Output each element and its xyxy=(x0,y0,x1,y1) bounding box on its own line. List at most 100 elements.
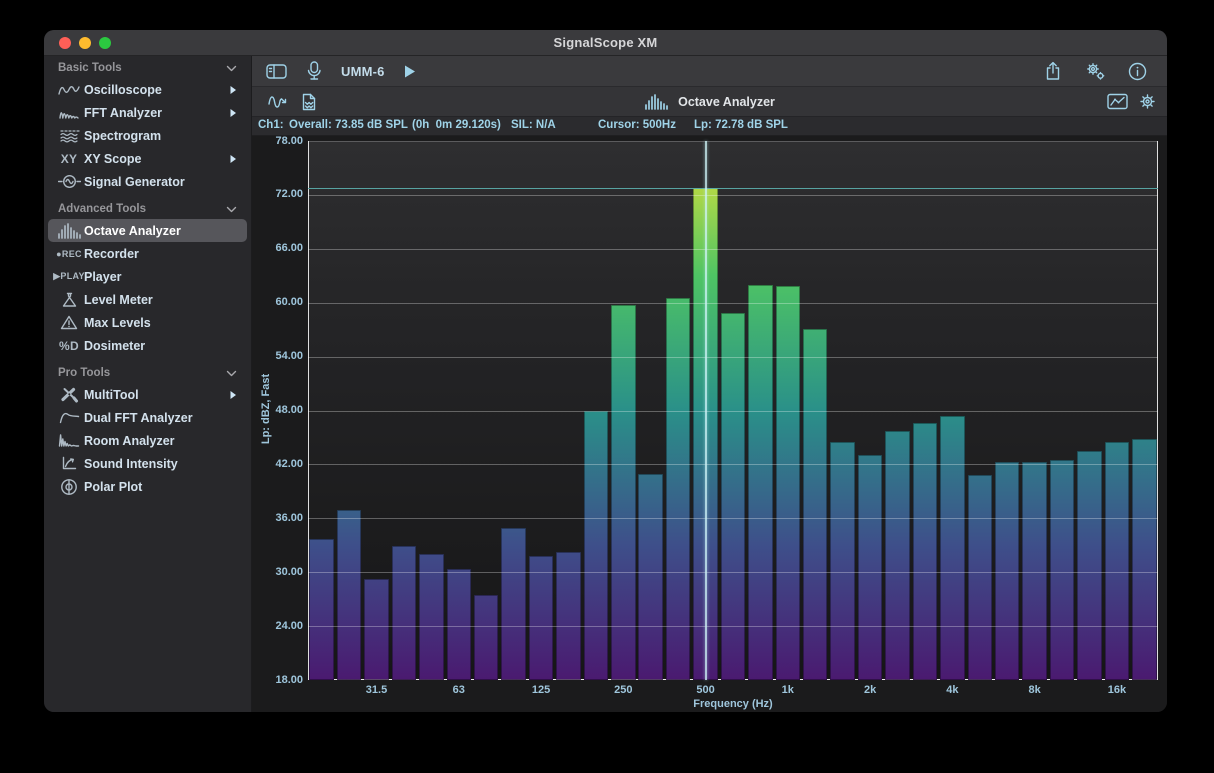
microphone-icon[interactable] xyxy=(305,61,323,81)
sidebar-item-label: Signal Generator xyxy=(84,175,185,189)
bar-2k xyxy=(858,455,883,681)
zoom-button[interactable] xyxy=(99,37,111,49)
file-waveform-icon[interactable] xyxy=(301,93,317,111)
bar-2.5k xyxy=(885,431,910,680)
sidebar-item-octave-analyzer[interactable]: Octave Analyzer xyxy=(48,219,247,242)
bar-20k xyxy=(1132,439,1157,680)
status-cursor-frequency: Cursor: 500Hz xyxy=(598,119,676,131)
gridline xyxy=(308,303,1158,304)
submenu-arrow-icon[interactable] xyxy=(229,390,237,400)
sidebar-item-oscilloscope[interactable]: Oscilloscope xyxy=(48,78,247,101)
x-axis-title: Frequency (Hz) xyxy=(308,698,1158,710)
sidebar-item-room-analyzer[interactable]: Room Analyzer xyxy=(48,429,247,452)
gridline xyxy=(308,195,1158,196)
x-axis-tick-label: 500 xyxy=(676,684,736,696)
sidebar-item-label: Polar Plot xyxy=(84,480,142,494)
submenu-arrow-icon[interactable] xyxy=(229,108,237,118)
sidebar-item-spectrogram[interactable]: Spectrogram xyxy=(48,124,247,147)
share-icon[interactable] xyxy=(1044,61,1062,81)
bar-3.15k xyxy=(913,423,938,680)
bar-8k xyxy=(1022,462,1047,680)
sidebar-item-label: Dual FFT Analyzer xyxy=(84,411,193,425)
sidebar-item-label: Level Meter xyxy=(84,293,153,307)
sidebar-item-signal-generator[interactable]: Signal Generator xyxy=(48,170,247,193)
traffic-lights xyxy=(59,30,111,56)
bar-25 xyxy=(337,510,362,680)
sidebar-item-polar-plot[interactable]: Polar Plot xyxy=(48,475,247,498)
bar-400 xyxy=(666,298,691,680)
play-icon[interactable] xyxy=(403,64,417,79)
x-axis-tick-label: 1k xyxy=(758,684,818,696)
octave-analyzer-chart[interactable]: 78.0072.0066.0060.0054.0048.0042.0036.00… xyxy=(252,136,1167,712)
status-elapsed-time: (0h 0m 29.120s) xyxy=(412,119,501,131)
xy-icon: XY xyxy=(54,152,84,166)
sidebar-item-dual-fft-analyzer[interactable]: Dual FFT Analyzer xyxy=(48,406,247,429)
rec-text-icon: ●REC xyxy=(54,249,84,259)
status-sil: SIL: N/A xyxy=(511,119,556,131)
x-axis-tick-label: 8k xyxy=(1005,684,1065,696)
bar-40 xyxy=(392,546,417,680)
x-axis-tick-label: 250 xyxy=(593,684,653,696)
chevron-down-icon[interactable] xyxy=(226,206,237,213)
bar-125 xyxy=(529,556,554,680)
sidebar-item-max-levels[interactable]: Max Levels xyxy=(48,311,247,334)
input-device-name[interactable]: UMM-6 xyxy=(341,64,385,79)
sidebar-item-recorder[interactable]: ●RECRecorder xyxy=(48,242,247,265)
minimize-button[interactable] xyxy=(79,37,91,49)
gear-icon[interactable] xyxy=(1138,92,1157,111)
bar-1.6k xyxy=(830,442,855,680)
x-axis-tick-label: 125 xyxy=(511,684,571,696)
submenu-arrow-icon[interactable] xyxy=(229,85,237,95)
fft-wave-icon xyxy=(54,106,84,120)
status-channel: Ch1: xyxy=(258,119,284,131)
bar-5k xyxy=(968,475,993,680)
y-axis-tick-label: 42.00 xyxy=(257,458,303,470)
submenu-arrow-icon[interactable] xyxy=(229,154,237,164)
y-axis-tick-label: 18.00 xyxy=(257,674,303,686)
bar-12.5k xyxy=(1077,451,1102,680)
section-header-advanced-tools[interactable]: Advanced Tools xyxy=(44,199,251,219)
sidebar-item-xy-scope[interactable]: XYXY Scope xyxy=(48,147,247,170)
sidebar-item-dosimeter[interactable]: %DDosimeter xyxy=(48,334,247,357)
bar-800 xyxy=(748,285,773,680)
close-button[interactable] xyxy=(59,37,71,49)
section-label: Advanced Tools xyxy=(58,203,146,215)
chevron-down-icon[interactable] xyxy=(226,370,237,377)
section-header-pro-tools[interactable]: Pro Tools xyxy=(44,363,251,383)
sidebar-item-level-meter[interactable]: Level Meter xyxy=(48,288,247,311)
spectrogram-icon xyxy=(54,128,84,143)
status-bar: Ch1: Overall: 73.85 dB SPL (0h 0m 29.120… xyxy=(252,117,1167,136)
sidebar-item-label: MultiTool xyxy=(84,388,139,402)
chevron-down-icon[interactable] xyxy=(226,65,237,72)
sidebar-item-multitool[interactable]: MultiTool xyxy=(48,383,247,406)
play-text-icon: ▶PLAY xyxy=(54,271,84,282)
signal-route-icon[interactable] xyxy=(268,94,289,110)
sidebar-item-label: Recorder xyxy=(84,247,139,261)
section-header-basic-tools[interactable]: Basic Tools xyxy=(44,58,251,78)
octave-bars-icon xyxy=(54,223,84,239)
bar-250 xyxy=(611,305,636,680)
frequency-cursor-line[interactable] xyxy=(705,141,707,680)
app-window: SignalScope XM Basic Tools OscilloscopeFF… xyxy=(44,30,1167,712)
sidebar-item-sound-intensity[interactable]: Sound Intensity xyxy=(48,452,247,475)
bar-10k xyxy=(1050,460,1075,680)
gears-icon[interactable] xyxy=(1084,61,1106,81)
bar-6.3k xyxy=(995,462,1020,680)
bar-20 xyxy=(309,539,334,680)
window-title: SignalScope XM xyxy=(44,35,1167,50)
gridline xyxy=(308,518,1158,519)
dual-fft-icon xyxy=(54,411,84,424)
sidebar-item-player[interactable]: ▶PLAYPlayer xyxy=(48,265,247,288)
section-label: Basic Tools xyxy=(58,62,122,74)
bar-100 xyxy=(501,528,526,680)
y-axis-tick-label: 78.00 xyxy=(257,136,303,147)
y-axis-title: Lp: dBZ, Fast xyxy=(260,359,272,459)
title-bar[interactable]: SignalScope XM xyxy=(44,30,1167,56)
view-title: Octave Analyzer xyxy=(678,95,775,109)
gridline xyxy=(308,572,1158,573)
bar-31.5 xyxy=(364,579,389,680)
sidebar-toggle-icon[interactable] xyxy=(266,63,287,80)
sidebar-item-fft-analyzer[interactable]: FFT Analyzer xyxy=(48,101,247,124)
chart-box-icon[interactable] xyxy=(1107,93,1128,110)
info-icon[interactable] xyxy=(1128,62,1147,81)
